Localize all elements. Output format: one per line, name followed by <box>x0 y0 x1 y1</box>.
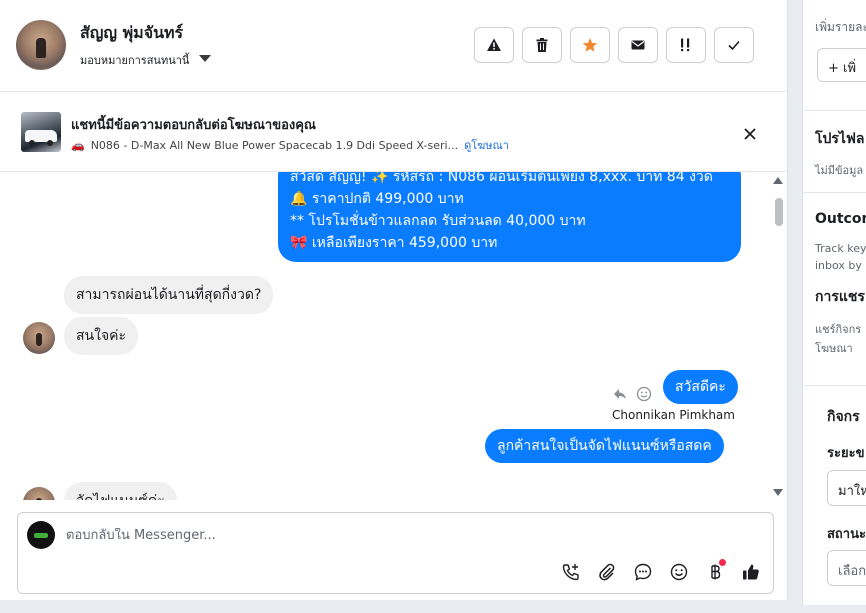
ad-sharing-text: แชร์กิจกร <box>815 323 862 336</box>
star-button[interactable] <box>570 27 610 63</box>
assign-label: มอบหมายการสนทนานี้ <box>80 54 190 67</box>
status-label: สถานะ <box>827 527 866 542</box>
warning-icon <box>487 38 501 51</box>
trash-icon <box>536 38 548 52</box>
scroll-up-arrow[interactable] <box>773 177 783 184</box>
incoming-message: สามารถผ่อนได้นานที่สุดกี่งวด? <box>64 276 274 314</box>
ad-reply-banner: แชทนี้มีข้อความตอบกลับต่อโฆษณาของคุณ 🚗 N… <box>0 92 788 172</box>
promo-line: 🔔 ราคาปกติ 499,000 บาท <box>290 191 464 207</box>
incoming-message: จัดไฟแนนซ์ค่ะ <box>64 482 177 500</box>
chat-panel: สัญญ พุ่มจันทร์ มอบหมายการสนทนานี้ แชทนี… <box>0 0 788 600</box>
attach-button[interactable] <box>596 561 618 583</box>
contact-avatar-small <box>23 487 55 500</box>
done-button[interactable] <box>714 27 754 63</box>
stage-select[interactable]: มาให <box>827 470 866 506</box>
activity-heading: กิจกร <box>827 409 860 425</box>
ad-name: N086 - D-Max All New Blue Power Spacecab… <box>90 138 459 152</box>
composer-toolbar <box>560 559 762 583</box>
promo-line: 🎀 เหลือเพียงราคา 459,000 บาท <box>290 235 498 251</box>
ad-thumbnail[interactable] <box>21 112 61 152</box>
phone-plus-icon <box>562 564 579 581</box>
sender-name: Chonnikan Pimkham <box>612 408 735 422</box>
notification-dot <box>719 559 726 566</box>
like-button[interactable] <box>740 561 762 583</box>
message-thread: สวัสดี สัญญ! ✨ รหัสรถ : N086 ผ่อนเริ่มต้… <box>0 172 788 500</box>
outgoing-message: สวัสดีคะ <box>663 370 738 404</box>
divider <box>803 385 866 386</box>
promo-line: ** โปรโมชั่นข้าวแลกลด รับส่วนลด 40,000 บ… <box>290 213 586 229</box>
incoming-message: สนใจค่ะ <box>64 317 139 355</box>
reply-input[interactable] <box>66 528 566 543</box>
scroll-down-arrow[interactable] <box>773 489 783 496</box>
status-select[interactable]: เลือก <box>827 550 866 586</box>
outcome-description: inbox by r <box>815 259 866 272</box>
payment-button[interactable] <box>704 559 726 583</box>
divider <box>803 192 866 193</box>
promo-line: สวัสดี สัญญ! ✨ รหัสรถ : N086 ผ่อนเริ่มต้… <box>290 172 713 185</box>
check-icon <box>728 40 740 51</box>
mark-unread-button[interactable] <box>618 27 658 63</box>
add-button[interactable]: + เพิ่ <box>817 48 866 82</box>
chevron-down-icon <box>199 55 212 62</box>
outcome-heading: Outcom <box>815 211 866 227</box>
contact-avatar-small <box>23 322 55 354</box>
profile-heading: โปรไฟล <box>815 131 865 147</box>
chat-sharing-heading: การแชร <box>815 289 865 305</box>
outcome-description: Track key <box>815 242 866 255</box>
close-icon[interactable] <box>740 124 760 144</box>
scrollbar-thumb[interactable] <box>775 198 783 226</box>
assign-conversation-dropdown[interactable]: มอบหมายการสนทนานี้ <box>80 51 212 69</box>
star-icon <box>582 38 598 52</box>
car-icon: 🚗 <box>71 138 85 152</box>
no-info-text: ไม่มีข้อมูล <box>815 164 864 177</box>
saved-reply-button[interactable] <box>632 561 654 583</box>
conversation-header: สัญญ พุ่มจันทร์ มอบหมายการสนทนานี้ <box>0 0 788 92</box>
spam-button[interactable] <box>474 27 514 63</box>
ad-banner-title: แชทนี้มีข้อความตอบกลับต่อโฆษณาของคุณ <box>71 118 316 133</box>
view-ad-link[interactable]: ดูโฆษณา <box>464 136 509 154</box>
delete-button[interactable] <box>522 27 562 63</box>
conversation-toolbar <box>474 27 754 63</box>
call-button[interactable] <box>560 561 582 583</box>
ad-sharing-text: โฆษณา <box>815 342 853 355</box>
outgoing-promo-message: สวัสดี สัญญ! ✨ รหัสรถ : N086 ผ่อนเริ่มต้… <box>278 172 741 262</box>
follow-up-icon <box>681 38 690 52</box>
chat-bubble-icon <box>634 563 652 581</box>
page-avatar <box>27 521 55 549</box>
reply-icon[interactable] <box>612 386 628 402</box>
divider <box>803 110 866 111</box>
add-details-text: เพิ่มรายละ <box>815 20 866 34</box>
react-smiley-icon[interactable] <box>636 386 652 402</box>
contact-details-panel: เพิ่มรายละ + เพิ่ โปรไฟล ไม่มีข้อมูล Out… <box>802 0 866 605</box>
follow-up-button[interactable] <box>666 27 706 63</box>
thumbs-up-icon <box>743 564 759 580</box>
paperclip-icon <box>599 563 615 581</box>
outgoing-message: ลูกค้าสนใจเป็นจัดไฟแนนซ์หรือสดค <box>485 429 724 463</box>
contact-avatar[interactable] <box>16 20 66 70</box>
message-composer <box>17 512 774 594</box>
stage-label: ระยะข <box>827 446 865 461</box>
contact-name[interactable]: สัญญ พุ่มจันทร์ <box>80 21 183 46</box>
smiley-icon <box>670 563 688 581</box>
emoji-button[interactable] <box>668 561 690 583</box>
envelope-icon <box>631 40 645 50</box>
ad-banner-subtitle: 🚗 N086 - D-Max All New Blue Power Spacec… <box>71 136 509 154</box>
